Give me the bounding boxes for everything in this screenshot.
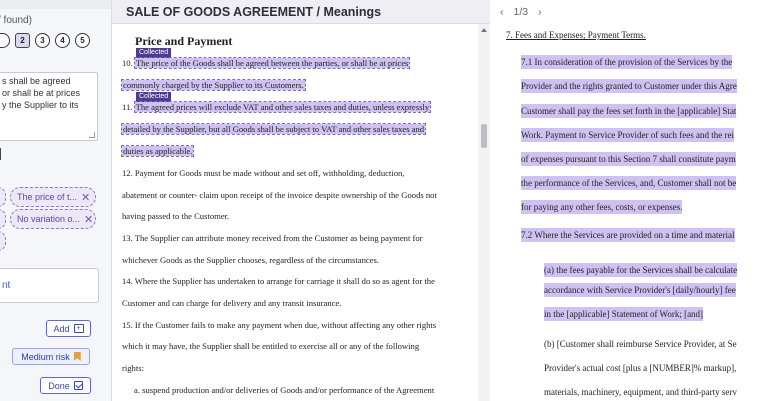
doc-line: 12. Payment for Goods must be made witho… (122, 168, 405, 178)
scroll-thumb[interactable] (481, 124, 487, 148)
sidebar-top-strip (0, 0, 111, 9)
chevron-left-icon[interactable]: ‹ (500, 6, 504, 18)
highlight[interactable]: detailed by the Supplier, but all Goods … (120, 123, 427, 135)
chip-label: No variation o... (17, 214, 81, 224)
doc-line: 14. Where the Supplier has undertaken to… (122, 276, 435, 286)
doc-line[interactable]: duties as applicable. (120, 144, 195, 158)
step-2[interactable]: 2 (15, 33, 30, 48)
chip-partial[interactable] (0, 231, 6, 251)
scroll-up-icon[interactable] (481, 28, 487, 32)
resize-handle-icon[interactable] (89, 132, 95, 138)
clause-chip-variation[interactable]: No variation o... ✕ (10, 209, 96, 229)
clause-textarea[interactable]: s shall be agreed or shall be at prices … (0, 72, 98, 141)
doc-line: a. suspend production and/or deliveries … (134, 385, 435, 395)
section-heading: Price and Payment (135, 34, 233, 48)
step-4[interactable]: 4 (55, 33, 70, 48)
close-icon[interactable]: ✕ (84, 213, 93, 226)
close-icon[interactable]: ✕ (81, 191, 90, 204)
highlight[interactable]: duties as applicable. (120, 145, 195, 157)
risk-label: Medium risk (21, 351, 70, 362)
document-scrollbar[interactable] (478, 24, 490, 401)
ref-line: materials, machinery, equipment, and thi… (544, 387, 737, 397)
highlight[interactable]: The price of the Goods shall be agreed b… (133, 57, 411, 69)
page-indicator: 1/3 (513, 6, 529, 18)
checkbox-icon (73, 381, 83, 390)
step-5[interactable]: 5 (75, 33, 90, 48)
step-navigator: 2 3 4 5 (0, 33, 90, 48)
document-title: SALE OF GOODS AGREEMENT / Meanings (112, 0, 490, 24)
chevron-right-icon[interactable]: › (538, 6, 542, 18)
comment-box[interactable]: nt (0, 268, 99, 303)
done-button[interactable]: Done (40, 377, 91, 394)
ref-line[interactable]: in the [applicable] Statement of Work; [… (544, 307, 704, 321)
ref-line: (b) [Customer shall reimburse Service Pr… (544, 339, 737, 349)
step-1[interactable] (0, 33, 10, 48)
chip-partial[interactable] (0, 209, 6, 229)
ref-line[interactable]: the performance of the Services, and, Cu… (521, 176, 737, 190)
chip-partial[interactable] (0, 187, 6, 207)
ref-line[interactable]: Customer shall pay the fees set forth in… (521, 104, 737, 118)
reference-content[interactable]: 7. Fees and Expenses; Payment Terms. 7.1… (490, 24, 769, 401)
ref-line: Provider's actual cost [plus a [NUMBER]%… (544, 363, 737, 373)
annotation-sidebar: / found) 2 3 4 5 s shall be agreed or sh… (0, 0, 112, 401)
page-nav: ‹ 1/3 › (490, 0, 769, 24)
risk-button[interactable]: Medium risk (12, 348, 90, 365)
highlight[interactable]: The agreed prices will exclude VAT and o… (133, 101, 432, 113)
doc-line: 13. The Supplier can attribute money rec… (122, 233, 423, 243)
doc-line: whichever Goods as the Supplier chooses,… (122, 255, 380, 265)
done-label: Done (48, 380, 70, 391)
chip-label: The price of t... (17, 192, 78, 202)
step-3[interactable]: 3 (35, 33, 50, 48)
found-count-text: / found) (0, 15, 32, 26)
highlight[interactable]: commonly charged by the Supplier to its … (121, 79, 306, 91)
flag-icon (73, 352, 81, 361)
ref-line[interactable]: Work. Payment to Service Provider of suc… (521, 128, 734, 142)
doc-line[interactable]: detailed by the Supplier, but all Goods … (120, 122, 427, 136)
ref-line[interactable]: Provider and the rights granted to Custo… (521, 79, 737, 93)
doc-line: rights: (122, 363, 144, 373)
textarea-line: s shall be agreed (2, 76, 71, 86)
document-content[interactable]: Price and Payment Collected 10. The pric… (112, 24, 478, 401)
doc-line[interactable]: 11. The agreed prices will exclude VAT a… (122, 100, 432, 114)
textarea-line: y the Supplier to its (2, 100, 79, 110)
ref-line[interactable]: (a) the fees payable for the Services sh… (544, 263, 738, 277)
ref-line[interactable]: accordance with Service Provider's [dail… (544, 283, 736, 297)
ref-line[interactable]: 7.1 In consideration of the provision of… (521, 55, 733, 69)
add-button[interactable]: Add + (46, 320, 91, 337)
doc-line[interactable]: commonly charged by the Supplier to its … (121, 78, 306, 92)
doc-line: abatement or counter- claim upon receipt… (122, 190, 437, 200)
reference-document-panel: ‹ 1/3 › 7. Fees and Expenses; Payment Te… (490, 0, 769, 401)
ref-line[interactable]: 7.2 Where the Services are provided on a… (521, 228, 735, 242)
input-edge (0, 148, 1, 160)
doc-line[interactable]: 10. The price of the Goods shall be agre… (122, 56, 411, 70)
clause-chip-price[interactable]: The price of t... ✕ (10, 187, 96, 207)
ref-line[interactable]: for paying any other fees, costs, or exp… (521, 200, 683, 214)
doc-line: which it may have, the Supplier shall be… (122, 341, 420, 351)
doc-line: 15. If the Customer fails to make any pa… (122, 320, 437, 330)
add-icon: + (73, 324, 84, 333)
section-title: 7. Fees and Expenses; Payment Terms. (506, 30, 646, 40)
doc-line: having passed to the Customer. (122, 211, 230, 221)
ref-line[interactable]: of expenses pursuant to this Section 7 s… (521, 152, 736, 166)
add-label: Add (53, 323, 70, 334)
doc-line: Customer and can charge for delivery and… (122, 298, 342, 308)
source-document-panel: SALE OF GOODS AGREEMENT / Meanings Price… (112, 0, 490, 401)
textarea-line: or shall be at prices (2, 88, 81, 98)
